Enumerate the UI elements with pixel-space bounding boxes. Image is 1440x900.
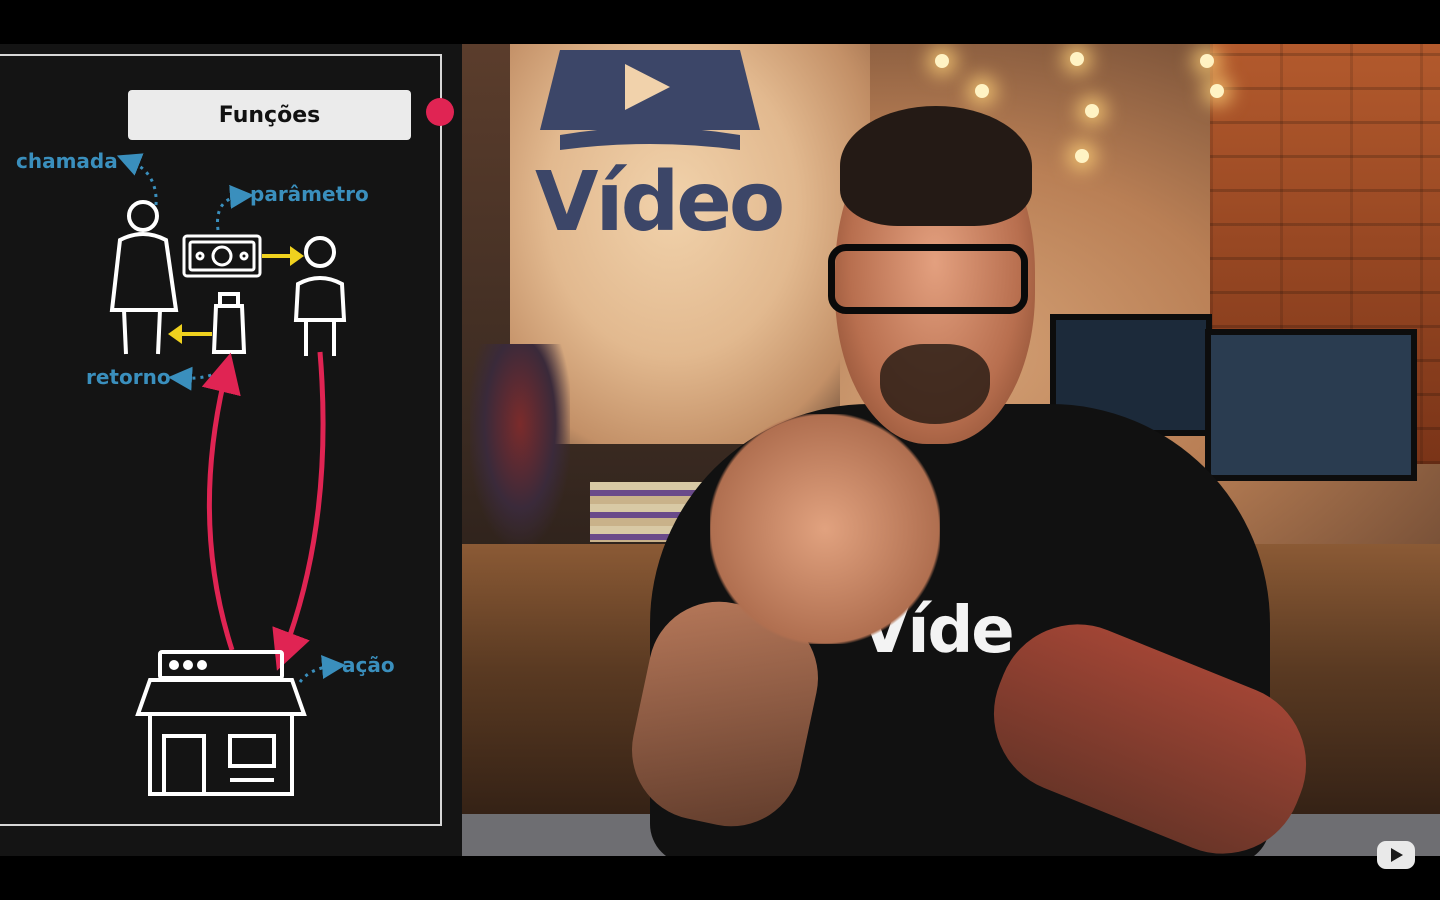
milk-bottle-icon <box>211 292 247 354</box>
brand-play-logo-icon <box>540 50 760 150</box>
store-icon <box>135 650 307 796</box>
lamp-light-icon <box>1070 52 1084 66</box>
label-retorno: retorno <box>86 365 171 389</box>
presenter-hands <box>710 414 940 644</box>
lamp-light-icon <box>1210 84 1224 98</box>
lamp-light-icon <box>935 54 949 68</box>
action-figure <box>470 344 570 544</box>
label-parametro: parâmetro <box>250 182 369 206</box>
lamp-light-icon <box>1085 104 1099 118</box>
presenter-glasses <box>828 244 1028 314</box>
label-acao: ação <box>342 653 395 677</box>
brand-text: Vídeo <box>535 155 785 250</box>
woman-icon <box>109 200 179 355</box>
lamp-light-icon <box>975 84 989 98</box>
presenter-hair <box>840 106 1032 226</box>
youtube-logo-icon[interactable] <box>1376 840 1416 870</box>
lamp-light-icon <box>1075 149 1089 163</box>
money-icon <box>182 234 262 278</box>
letterbox-bottom <box>0 856 1440 900</box>
monitor-2 <box>1205 329 1417 481</box>
lamp-light-icon <box>1200 54 1214 68</box>
record-indicator-icon <box>426 98 454 126</box>
diagram-title: Funções <box>128 90 411 140</box>
presenter-beard <box>880 344 990 424</box>
label-chamada: chamada <box>16 149 118 173</box>
